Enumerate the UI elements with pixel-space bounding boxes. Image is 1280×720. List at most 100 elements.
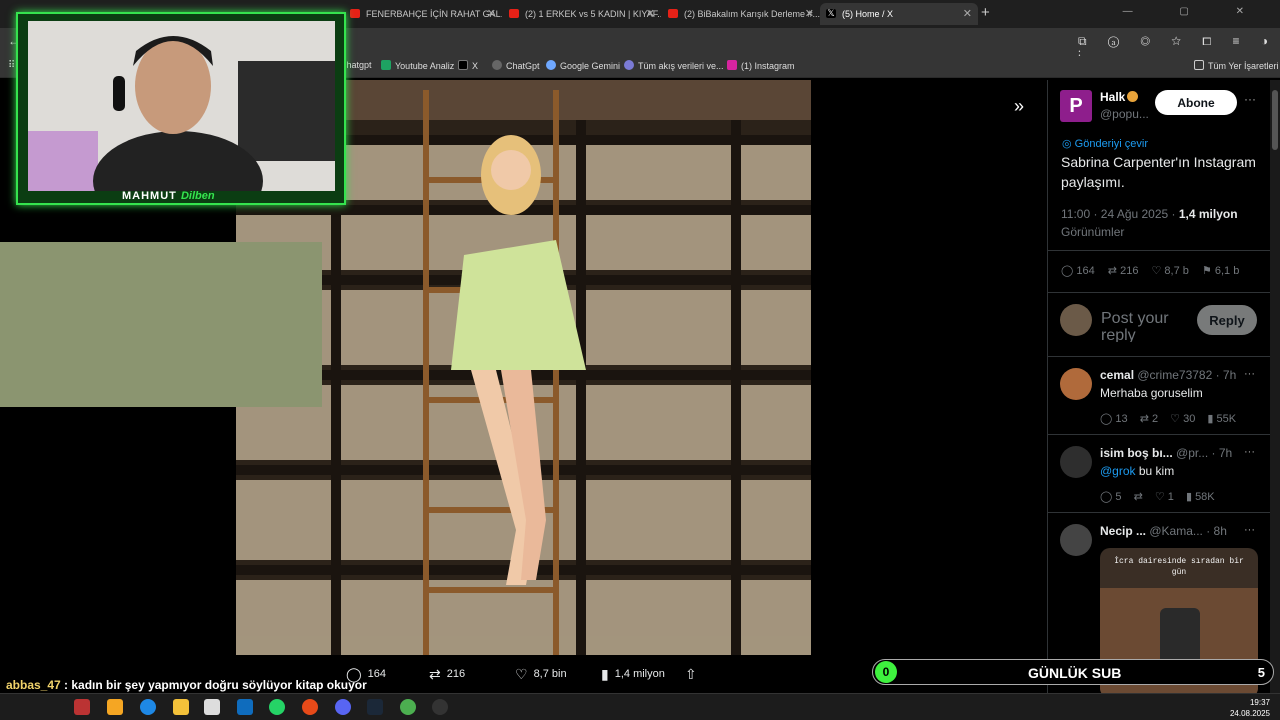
outlook-icon[interactable] bbox=[237, 699, 253, 715]
mention-link[interactable]: @grok bbox=[1100, 464, 1136, 478]
more-options-icon[interactable]: ··· bbox=[1244, 92, 1256, 106]
close-tab-icon[interactable]: ✕ bbox=[963, 3, 972, 25]
comment-header: Necip ... @Kama... · 8h bbox=[1100, 524, 1227, 538]
edge-icon[interactable] bbox=[140, 699, 156, 715]
scroll-thumb[interactable] bbox=[1272, 90, 1278, 150]
tab-title: FENERBAHÇE İÇİN RAHAT GAL... bbox=[366, 9, 502, 19]
tab-title: (2) 1 ERKEK vs 5 KADIN | KIYAF... bbox=[525, 9, 661, 19]
verified-badge-icon bbox=[1127, 91, 1139, 102]
windows-taskbar: 19:37 24.08.2025 bbox=[0, 693, 1280, 720]
bookmark-stat[interactable]: ⚑ 6,1 b bbox=[1202, 265, 1239, 277]
sub-label: GÜNLÜK SUB bbox=[1028, 665, 1122, 681]
views-chart-icon: ▮ bbox=[601, 666, 609, 682]
youtube-icon bbox=[668, 9, 678, 18]
media-repost-button[interactable]: ⇄ 216 bbox=[429, 666, 465, 683]
media-like-button[interactable]: ♡ 8,7 bin bbox=[515, 666, 567, 683]
window-controls[interactable]: — ▢ ✕ bbox=[1123, 6, 1266, 17]
bookmark-x[interactable]: X bbox=[458, 60, 478, 71]
new-tab-button[interactable]: + bbox=[981, 4, 990, 21]
author-handle[interactable]: @popu... bbox=[1100, 107, 1149, 121]
reply-input[interactable]: Post your reply bbox=[1101, 310, 1191, 342]
tab-home-x[interactable]: 𝕏 (5) Home / X ✕ bbox=[820, 3, 978, 25]
comment-stats: ◯ 13 ⇄ 2 ♡ 30 ▮ 55K bbox=[1100, 413, 1237, 425]
comment-header: isim boş bı... @pr... · 7h bbox=[1100, 446, 1233, 460]
comment-header: cemal @crime73782 · 7h bbox=[1100, 368, 1237, 382]
all-bookmarks[interactable]: Tüm Yer İşaretleri bbox=[1194, 60, 1279, 71]
divider bbox=[1048, 292, 1270, 293]
steam-icon[interactable] bbox=[367, 699, 383, 715]
scrollbar[interactable] bbox=[1270, 80, 1280, 693]
tab-title: (5) Home / X bbox=[842, 9, 894, 19]
tab-title: (2) BiBakalım Karışık Derleme #... bbox=[684, 9, 820, 19]
daily-sub-goal-bar: 0 GÜNLÜK SUB 5 bbox=[872, 659, 1274, 685]
tweet-stats-bar: ◯ 164 ⇄ 216 ♡ 8,7 b ⚑ 6,1 b bbox=[1061, 264, 1266, 277]
more-options-icon[interactable]: ··· bbox=[1244, 524, 1255, 536]
reply-stat[interactable]: ◯ 164 bbox=[1061, 265, 1095, 277]
x-logo-icon: 𝕏 bbox=[826, 8, 836, 18]
tweet-text: Sabrina Carpenter'ın Instagram paylaşımı… bbox=[1061, 154, 1256, 190]
image-caption: İcra dairesinde sıradan bir gün bbox=[1114, 557, 1244, 577]
comment-stats: ◯ 5 ⇄ ♡ 1 ▮ 58K bbox=[1100, 491, 1215, 503]
sub-goal: 5 bbox=[1257, 665, 1265, 680]
repost-stat[interactable]: ⇄ 216 bbox=[1108, 265, 1139, 277]
system-clock[interactable]: 19:37 24.08.2025 bbox=[1230, 697, 1270, 719]
media-views[interactable]: ▮ 1,4 milyon bbox=[601, 666, 665, 683]
dimmed-sidebar bbox=[820, 84, 1040, 684]
tab-bibakalim[interactable]: (2) BiBakalım Karışık Derleme #... ✕ bbox=[662, 3, 820, 25]
tab-erkek-kadin[interactable]: (2) 1 ERKEK vs 5 KADIN | KIYAF... ✕ bbox=[503, 3, 661, 25]
tweet-detail-pane: P Halk @popu... Abone ··· ◎ Gönderiyi çe… bbox=[1047, 80, 1270, 698]
globe-icon: ◎ bbox=[1062, 138, 1075, 150]
more-options-icon[interactable]: ··· bbox=[1244, 446, 1255, 458]
avatar[interactable] bbox=[1060, 368, 1092, 400]
app-icon[interactable] bbox=[74, 699, 90, 715]
chrome-active-icon[interactable] bbox=[400, 699, 416, 715]
share-icon: ⇧ bbox=[685, 666, 697, 682]
author-avatar[interactable]: P bbox=[1060, 90, 1092, 122]
my-avatar bbox=[1060, 304, 1092, 336]
apps-grid-icon[interactable]: ⠿ bbox=[8, 60, 15, 71]
divider bbox=[1048, 250, 1270, 251]
author-name[interactable]: Halk bbox=[1100, 90, 1139, 104]
discord-icon[interactable] bbox=[335, 699, 351, 715]
divider bbox=[1048, 512, 1270, 513]
bookmark-tum-akis[interactable]: Tüm akış verileri ve... bbox=[624, 60, 724, 71]
chat-message: abbas_47 : kadın bir şey yapmıyor doğru … bbox=[6, 678, 367, 692]
media-share-button[interactable]: ⇧ bbox=[685, 666, 703, 683]
repost-icon: ⇄ bbox=[429, 666, 441, 682]
avatar[interactable] bbox=[1060, 524, 1092, 556]
collapse-sidebar-icon[interactable]: » bbox=[1014, 96, 1024, 117]
bookmark-youtube-analiz[interactable]: Youtube Analiz bbox=[381, 60, 454, 71]
like-stat[interactable]: ♡ 8,7 b bbox=[1152, 265, 1189, 277]
youtube-icon bbox=[350, 9, 360, 18]
streamer-name: MAHMUT Dilben bbox=[122, 190, 215, 202]
bookmark-google-gemini[interactable]: Google Gemini bbox=[546, 60, 620, 71]
sub-count: 0 bbox=[875, 661, 897, 683]
comment-text: Merhaba goruselim bbox=[1100, 386, 1203, 400]
obs-icon[interactable] bbox=[432, 699, 448, 715]
chrome-icon[interactable] bbox=[302, 699, 318, 715]
comment-item[interactable]: cemal @crime73782 · 7h ··· Merhaba gorus… bbox=[1048, 360, 1270, 436]
stream-overlay-panel bbox=[0, 242, 322, 407]
heart-icon: ♡ bbox=[515, 666, 528, 682]
close-tab-icon[interactable]: ✕ bbox=[487, 3, 496, 25]
comment-text: @grok bu kim bbox=[1100, 464, 1175, 478]
close-tab-icon[interactable]: ✕ bbox=[646, 3, 655, 25]
bookmark-chatgpt-2[interactable]: ChatGpt bbox=[492, 60, 540, 71]
reply-button[interactable]: Reply bbox=[1197, 305, 1257, 335]
avatar[interactable] bbox=[1060, 446, 1092, 478]
more-options-icon[interactable]: ··· bbox=[1244, 368, 1255, 380]
store-icon[interactable] bbox=[204, 699, 220, 715]
copilot-icon[interactable] bbox=[107, 699, 123, 715]
tab-fenerbahce[interactable]: FENERBAHÇE İÇİN RAHAT GAL... ✕ bbox=[344, 3, 502, 25]
bookmark-instagram[interactable]: (1) Instagram bbox=[727, 60, 795, 71]
webcam-video bbox=[28, 21, 335, 191]
divider bbox=[1048, 356, 1270, 357]
file-explorer-icon[interactable] bbox=[173, 699, 189, 715]
comment-item[interactable]: isim boş bı... @pr... · 7h ··· @grok bu … bbox=[1048, 438, 1270, 514]
webcam-overlay: MAHMUT Dilben bbox=[16, 12, 346, 205]
tweet-meta: 11:00 · 24 Ağu 2025 · 1,4 milyon Görünüm… bbox=[1061, 207, 1238, 239]
close-tab-icon[interactable]: ✕ bbox=[805, 3, 814, 25]
follow-button[interactable]: Abone bbox=[1155, 90, 1237, 115]
translate-post-link[interactable]: ◎ Gönderiyi çevir bbox=[1062, 137, 1148, 150]
whatsapp-icon[interactable] bbox=[269, 699, 285, 715]
